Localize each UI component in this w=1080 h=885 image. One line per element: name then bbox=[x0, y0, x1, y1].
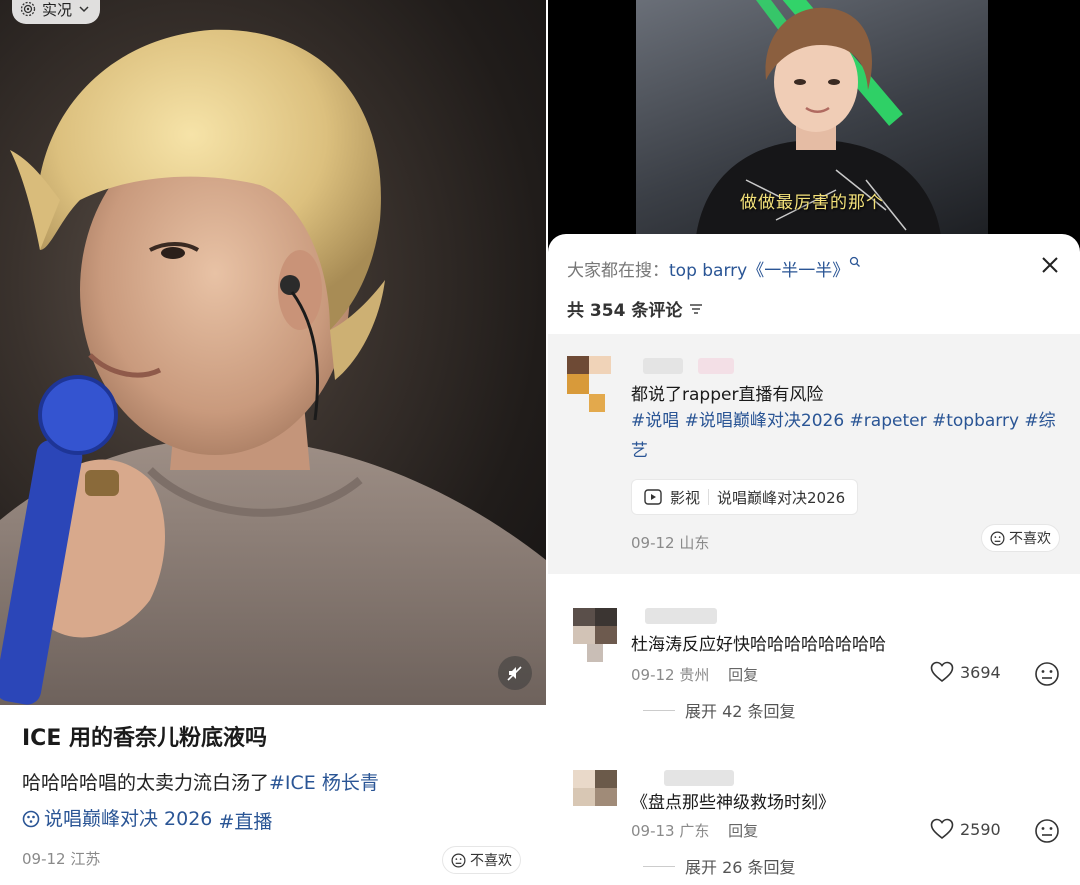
dislike-face-icon bbox=[990, 531, 1005, 545]
comment-item: 杜海涛反应好快哈哈哈哈哈哈哈哈 09-12 贵州 回复 3694 展开 42 条… bbox=[548, 598, 1080, 748]
dislike-label: 不喜欢 bbox=[470, 853, 512, 869]
username-redacted bbox=[698, 358, 734, 374]
username-redacted bbox=[645, 608, 717, 624]
trending-search[interactable]: 大家都在搜：top barry《一半一半》 bbox=[567, 256, 861, 281]
hashtag-live[interactable]: #直播 bbox=[218, 811, 272, 833]
video-play-icon bbox=[644, 489, 662, 505]
post-title: ICE 用的香奈儿粉底液吗 bbox=[22, 726, 268, 751]
dislike-label: 不喜欢 bbox=[1009, 531, 1051, 547]
live-badge-label: 实况 bbox=[42, 0, 73, 19]
post-location: 江苏 bbox=[70, 850, 101, 868]
avatar-image bbox=[567, 356, 611, 412]
reply-button[interactable]: 回复 bbox=[728, 666, 758, 684]
post-body-text: 哈哈哈哈唱的太卖力流白汤了 bbox=[22, 772, 270, 794]
topic-icon bbox=[22, 810, 40, 828]
topic-tag[interactable]: 说唱巅峰对决 2026 bbox=[22, 801, 212, 837]
search-query[interactable]: top barry《一半一半》 bbox=[669, 261, 849, 281]
right-comments-screenshot: 做做最厉害的那个 大家都在搜：top barry《一半一半》 共 354 条评论 bbox=[548, 0, 1080, 885]
avatar[interactable] bbox=[567, 356, 611, 412]
avatar-image bbox=[573, 608, 617, 662]
video-subtitle: 做做最厉害的那个 bbox=[740, 193, 884, 213]
comment-location: 贵州 bbox=[679, 666, 710, 684]
username-redacted bbox=[664, 770, 734, 786]
avatar-image bbox=[573, 770, 617, 806]
like-count: 2590 bbox=[960, 819, 1001, 839]
close-icon bbox=[1042, 257, 1058, 273]
hashtag-ice[interactable]: #ICE 杨长青 bbox=[269, 772, 379, 794]
comment-text: 《盘点那些神级救场时刻》 bbox=[631, 793, 835, 813]
comment-item: 《盘点那些神级救场时刻》 09-13 广东 回复 2590 展开 26 条回复 bbox=[548, 754, 1080, 885]
comment-count[interactable]: 共 354 条评论 bbox=[567, 296, 704, 321]
pinned-comment-meta: 09-12 山东 bbox=[631, 532, 709, 553]
comment-text: 杜海涛反应好快哈哈哈哈哈哈哈哈 bbox=[631, 635, 886, 655]
post-body: 哈哈哈哈唱的太卖力流白汤了#ICE 杨长青 说唱巅峰对决 2026 #直播 bbox=[22, 765, 524, 840]
expand-line bbox=[643, 709, 675, 711]
heart-icon bbox=[930, 818, 954, 840]
post-photo[interactable]: 实况 bbox=[0, 0, 546, 705]
media-divider bbox=[708, 489, 710, 505]
post-meta: 09-12 江苏 bbox=[22, 848, 100, 869]
search-hint-prefix: 大家都在搜： bbox=[567, 261, 669, 281]
performer-photo-image bbox=[0, 29, 546, 705]
expand-line bbox=[643, 865, 675, 867]
left-post-screenshot: 实况 ICE 用的香奈儿粉底液吗 哈哈哈哈唱的太卖力流白汤了#ICE 杨长青 说… bbox=[0, 0, 546, 885]
expand-replies[interactable]: 展开 26 条回复 bbox=[643, 854, 796, 878]
mute-icon bbox=[507, 666, 522, 681]
media-type: 影视 bbox=[670, 488, 701, 507]
like-button[interactable]: 3694 bbox=[930, 661, 1001, 683]
chevron-down-icon bbox=[79, 6, 89, 13]
dislike-button[interactable]: 不喜欢 bbox=[442, 846, 521, 874]
media-title: 说唱巅峰对决2026 bbox=[717, 488, 846, 507]
post-info: ICE 用的香奈儿粉底液吗 哈哈哈哈唱的太卖力流白汤了#ICE 杨长青 说唱巅峰… bbox=[0, 705, 546, 885]
media-card[interactable]: 影视 说唱巅峰对决2026 bbox=[631, 479, 859, 515]
username-redacted bbox=[643, 358, 683, 374]
close-button[interactable] bbox=[1035, 250, 1065, 280]
comment-date: 09-12 bbox=[631, 666, 675, 684]
emoji-icon[interactable] bbox=[1034, 818, 1060, 844]
like-button[interactable]: 2590 bbox=[930, 818, 1001, 840]
pinned-comment: 都说了rapper直播有风险 #说唱 #说唱巅峰对决2026 #rapeter … bbox=[548, 334, 1080, 574]
comment-count-label: 共 354 条评论 bbox=[567, 301, 683, 321]
topic-tag-label: 说唱巅峰对决 2026 bbox=[44, 808, 213, 830]
pinned-comment-tags[interactable]: #说唱 #说唱巅峰对决2026 #rapeter #topbarry #综艺 bbox=[631, 406, 1061, 466]
like-count: 3694 bbox=[960, 662, 1001, 682]
expand-label: 展开 42 条回复 bbox=[685, 702, 796, 721]
pinned-comment-location: 山东 bbox=[679, 534, 710, 552]
reply-button[interactable]: 回复 bbox=[728, 822, 758, 840]
pinned-comment-date: 09-12 bbox=[631, 534, 675, 552]
comment-date: 09-13 bbox=[631, 822, 675, 840]
avatar[interactable] bbox=[573, 608, 617, 662]
dislike-face-icon bbox=[451, 853, 466, 867]
heart-icon bbox=[930, 661, 954, 683]
expand-label: 展开 26 条回复 bbox=[685, 858, 796, 877]
mute-button[interactable] bbox=[498, 656, 532, 690]
comment-meta: 09-12 贵州 回复 bbox=[631, 664, 758, 685]
comment-location: 广东 bbox=[679, 822, 710, 840]
live-photo-icon bbox=[20, 1, 36, 17]
live-photo-badge[interactable]: 实况 bbox=[12, 0, 101, 24]
filter-icon bbox=[690, 303, 703, 314]
expand-replies[interactable]: 展开 42 条回复 bbox=[643, 698, 796, 722]
comments-sheet: 大家都在搜：top barry《一半一半》 共 354 条评论 都说了rappe… bbox=[548, 234, 1080, 885]
avatar[interactable] bbox=[573, 770, 617, 806]
search-sparkle-icon bbox=[850, 256, 861, 267]
dislike-button[interactable]: 不喜欢 bbox=[981, 524, 1060, 552]
video-player[interactable]: 做做最厉害的那个 bbox=[636, 0, 988, 236]
comment-meta: 09-13 广东 回复 bbox=[631, 820, 758, 841]
post-date: 09-12 bbox=[22, 850, 66, 868]
emoji-icon[interactable] bbox=[1034, 661, 1060, 687]
